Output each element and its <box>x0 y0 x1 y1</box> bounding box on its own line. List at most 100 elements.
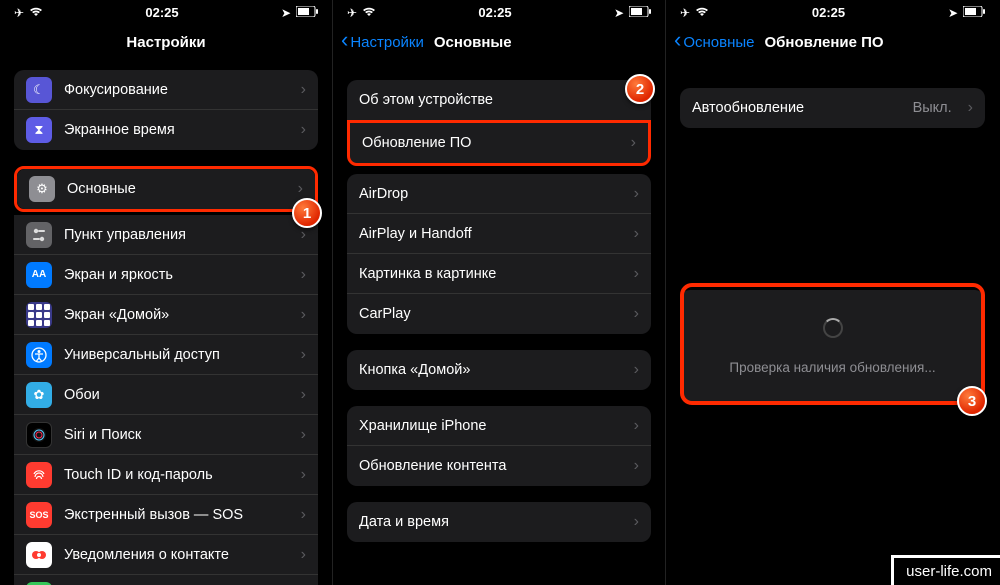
location-icon: ➤ <box>614 6 624 20</box>
row-accessibility[interactable]: Универсальный доступ › <box>14 335 318 375</box>
watermark: user-life.com <box>891 555 1000 585</box>
chevron-right-icon: › <box>301 426 306 444</box>
sos-icon: SOS <box>26 502 52 528</box>
chevron-right-icon: › <box>634 457 639 475</box>
chevron-right-icon: › <box>631 134 636 152</box>
chevron-right-icon: › <box>301 121 306 139</box>
chevron-right-icon: › <box>301 386 306 404</box>
row-label: Обновление ПО <box>362 135 619 151</box>
row-touchid[interactable]: Touch ID и код-пароль › <box>14 455 318 495</box>
row-airdrop[interactable]: AirDrop › <box>347 174 651 214</box>
row-homescreen[interactable]: Экран «Домой» › <box>14 295 318 335</box>
loading-text: Проверка наличия обновления... <box>690 360 975 375</box>
row-homebutton[interactable]: Кнопка «Домой» › <box>347 350 651 390</box>
back-label: Настройки <box>350 34 424 51</box>
status-time: 02:25 <box>812 5 845 20</box>
chevron-right-icon: › <box>634 513 639 531</box>
row-label: Хранилище iPhone <box>359 418 622 434</box>
row-siri[interactable]: Siri и Поиск › <box>14 415 318 455</box>
location-icon: ➤ <box>948 6 958 20</box>
row-pip[interactable]: Картинка в картинке › <box>347 254 651 294</box>
row-label: Пункт управления <box>64 227 289 243</box>
chevron-right-icon: › <box>301 546 306 564</box>
page-title: Основные <box>434 34 512 51</box>
airplane-icon: ✈ <box>14 6 24 20</box>
nav-header: Настройки <box>0 22 332 62</box>
chevron-right-icon: › <box>301 81 306 99</box>
row-label: Об этом устройстве <box>359 92 622 108</box>
row-screentime[interactable]: ⧗ Экранное время › <box>14 110 318 150</box>
spinner-icon <box>823 318 843 338</box>
status-time: 02:25 <box>478 5 511 20</box>
fingerprint-icon <box>26 462 52 488</box>
group-airplay: AirDrop › AirPlay и Handoff › Картинка в… <box>347 174 651 334</box>
chevron-right-icon: › <box>634 265 639 283</box>
row-label: CarPlay <box>359 306 622 322</box>
row-label: Картинка в картинке <box>359 266 622 282</box>
row-datetime[interactable]: Дата и время › <box>347 502 651 542</box>
panel-software-update: ✈ 02:25 ➤ Основные Обновление ПО <box>666 0 999 585</box>
row-exposure[interactable]: Уведомления о контакте › <box>14 535 318 575</box>
chevron-right-icon: › <box>634 185 639 203</box>
row-label: AirDrop <box>359 186 622 202</box>
back-label: Основные <box>683 34 754 51</box>
row-software-update[interactable]: Обновление ПО › <box>350 123 648 163</box>
wifi-icon <box>362 6 376 20</box>
row-content-update[interactable]: Обновление контента › <box>347 446 651 486</box>
battery-icon <box>629 6 651 20</box>
flower-icon: ✿ <box>26 382 52 408</box>
location-icon: ➤ <box>281 6 291 20</box>
nav-header: Основные Обновление ПО <box>666 22 999 62</box>
step-badge-2: 2 <box>625 74 655 104</box>
airplane-icon: ✈ <box>680 6 690 20</box>
back-button[interactable]: Основные <box>674 32 755 52</box>
settings-group-focus: ☾ Фокусирование › ⧗ Экранное время › <box>14 70 318 150</box>
group-homebutton: Кнопка «Домой» › <box>347 350 651 390</box>
row-battery[interactable]: Аккумулятор › <box>14 575 318 585</box>
textsize-icon: AA <box>26 262 52 288</box>
row-controlcenter[interactable]: Пункт управления › <box>14 215 318 255</box>
row-storage[interactable]: Хранилище iPhone › <box>347 406 651 446</box>
row-label: Экстренный вызов — SOS <box>64 507 289 523</box>
row-about[interactable]: Об этом устройстве › <box>347 80 651 120</box>
row-wallpaper[interactable]: ✿ Обои › <box>14 375 318 415</box>
chevron-left-icon <box>341 32 348 52</box>
chevron-right-icon: › <box>634 361 639 379</box>
hourglass-icon: ⧗ <box>26 117 52 143</box>
panel-settings: ✈ 02:25 ➤ Настройки ☾ Фокусирование › <box>0 0 333 585</box>
row-label: Дата и время <box>359 514 622 530</box>
row-display[interactable]: AA Экран и яркость › <box>14 255 318 295</box>
wifi-icon <box>29 6 43 20</box>
row-label: Обновление контента <box>359 458 622 474</box>
accessibility-icon <box>26 342 52 368</box>
status-bar: ✈ 02:25 ➤ <box>0 0 332 22</box>
row-label: AirPlay и Handoff <box>359 226 622 242</box>
row-label: Кнопка «Домой» <box>359 362 622 378</box>
row-label: Экран и яркость <box>64 267 289 283</box>
row-airplay[interactable]: AirPlay и Handoff › <box>347 214 651 254</box>
panel-general: ✈ 02:25 ➤ Настройки Основные <box>333 0 666 585</box>
chevron-right-icon: › <box>634 225 639 243</box>
row-label: Основные <box>67 181 286 197</box>
row-focusing[interactable]: ☾ Фокусирование › <box>14 70 318 110</box>
row-carplay[interactable]: CarPlay › <box>347 294 651 334</box>
chevron-right-icon: › <box>301 466 306 484</box>
step-badge-3: 3 <box>957 386 987 416</box>
row-label: Обои <box>64 387 289 403</box>
row-label: Фокусирование <box>64 82 289 98</box>
group-autoupdate: Автообновление Выкл. › <box>680 88 985 128</box>
chevron-right-icon: › <box>634 305 639 323</box>
row-autoupdate[interactable]: Автообновление Выкл. › <box>680 88 985 128</box>
page-title: Настройки <box>0 34 332 51</box>
group-datetime: Дата и время › <box>347 502 651 542</box>
moon-icon: ☾ <box>26 77 52 103</box>
row-general[interactable]: ⚙ Основные › <box>17 169 315 209</box>
row-label: Уведомления о контакте <box>64 547 289 563</box>
wifi-icon <box>695 6 709 20</box>
row-sos[interactable]: SOS Экстренный вызов — SOS › <box>14 495 318 535</box>
switches-icon <box>26 222 52 248</box>
step-badge-1: 1 <box>292 198 322 228</box>
battery-icon <box>296 6 318 20</box>
back-button[interactable]: Настройки <box>341 32 424 52</box>
chevron-right-icon: › <box>634 417 639 435</box>
